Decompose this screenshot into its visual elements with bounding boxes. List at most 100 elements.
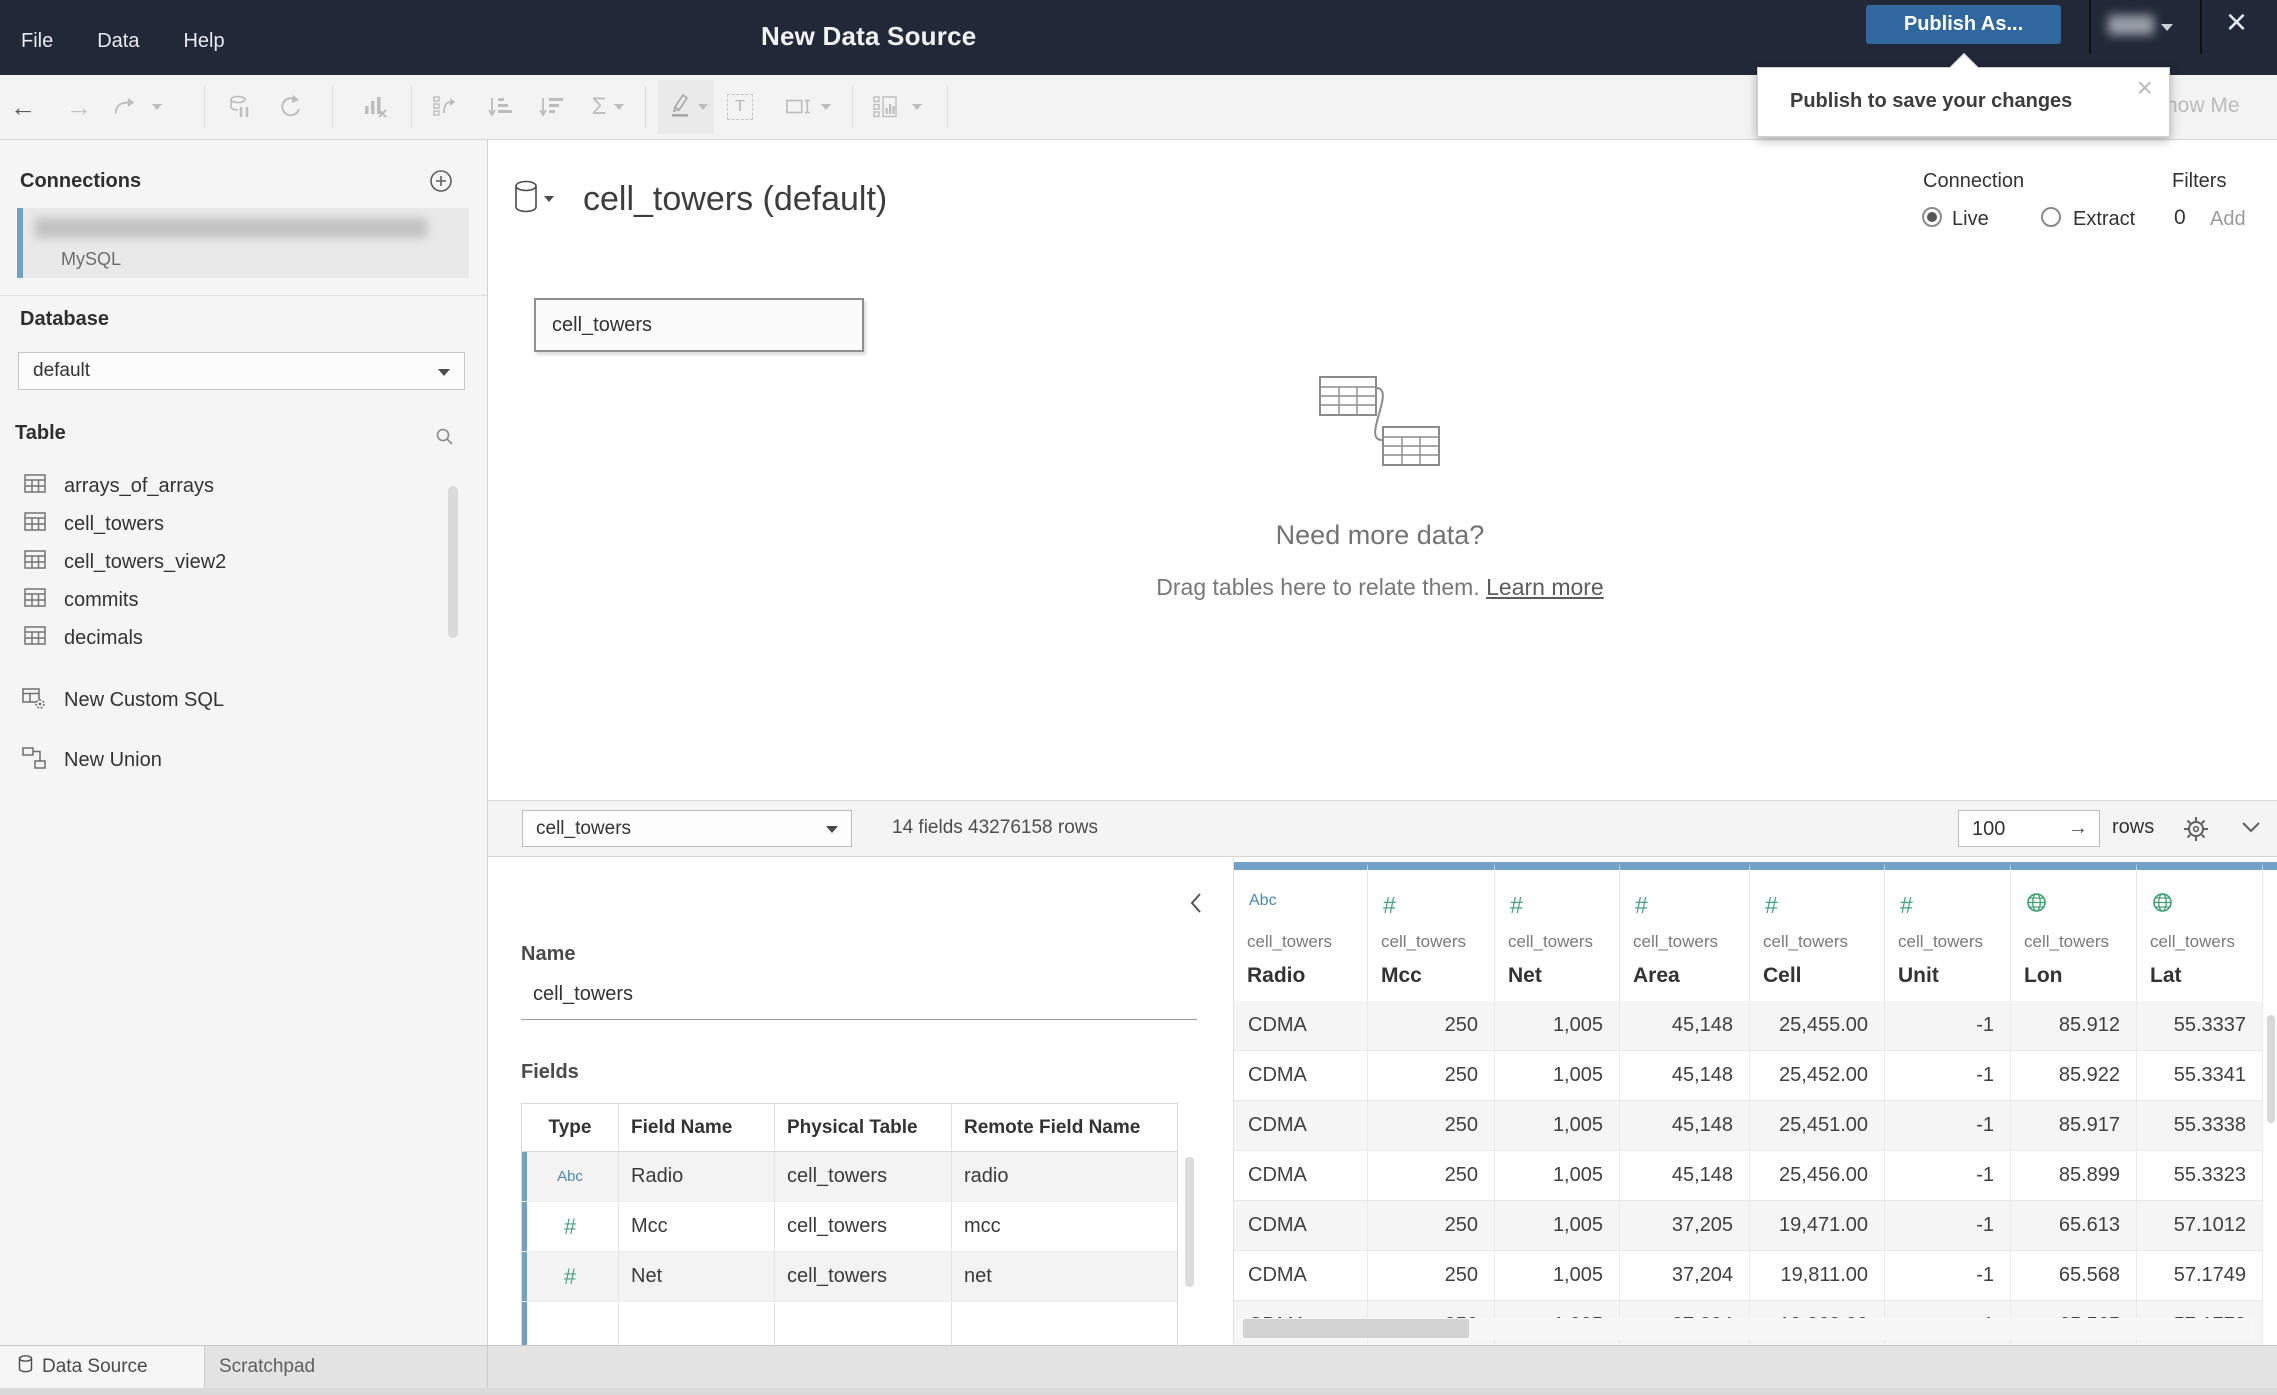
grid-settings-gear-icon[interactable]	[2182, 815, 2210, 848]
forward-icon[interactable]: →	[66, 94, 92, 120]
grid-column-header-unit[interactable]: # cell_towers Unit	[1885, 862, 2011, 1001]
grid-horizontal-scrollbar-thumb[interactable]	[1243, 1319, 1469, 1338]
fields-header-field-name: Field Name	[619, 1104, 775, 1151]
highlight-button[interactable]	[658, 80, 714, 134]
name-input[interactable]: cell_towers	[533, 983, 633, 1006]
grid-horizontal-scrollbar[interactable]	[1235, 1318, 2255, 1340]
grid-cell: -1	[1885, 1051, 2011, 1100]
grid-column-header-lat[interactable]: cell_towers Lat	[2137, 862, 2263, 1001]
grid-cell: 25,455.00	[1750, 1001, 1885, 1050]
redo-icon[interactable]	[112, 94, 138, 120]
apply-arrow-icon[interactable]: →	[2068, 817, 2088, 840]
fields-row-mcc[interactable]: # Mcc cell_towers mcc	[522, 1202, 1177, 1252]
grid-cell: CDMA	[1234, 1251, 1368, 1300]
add-connection-icon[interactable]	[429, 169, 453, 198]
radio-extract[interactable]	[2041, 207, 2061, 227]
show-me-panel-icon[interactable]	[872, 94, 898, 120]
chevron-down-icon	[826, 826, 838, 833]
back-icon[interactable]: ←	[10, 94, 36, 120]
show-me-panel-caret-icon[interactable]	[912, 104, 922, 110]
grid-column-table: cell_towers	[2150, 932, 2236, 951]
clear-sheet-icon[interactable]	[362, 94, 388, 120]
remote-field-name-cell: mcc	[964, 1215, 1001, 1237]
menubar: File Data Help	[21, 30, 225, 53]
menu-file[interactable]: File	[21, 30, 53, 53]
sidebar-table-arrays_of_arrays[interactable]: arrays_of_arrays	[0, 467, 470, 505]
grid-column-header-area[interactable]: # cell_towers Area	[1620, 862, 1750, 1001]
new-union-label: New Union	[64, 748, 162, 771]
sidebar-table-commits[interactable]: commits	[0, 581, 470, 619]
grid-cell: 25,452.00	[1750, 1051, 1885, 1100]
table-grid-icon	[23, 549, 47, 576]
swap-rows-columns-icon[interactable]	[431, 94, 457, 120]
toolbar-divider	[947, 86, 948, 128]
fields-header-physical-table: Physical Table	[775, 1104, 952, 1151]
totals-icon[interactable]: Σ	[586, 94, 612, 120]
grid-cell: CDMA	[1234, 1051, 1368, 1100]
grid-cell: 1,005	[1495, 1051, 1620, 1100]
grid-column-header-lon[interactable]: cell_towers Lon	[2011, 862, 2137, 1001]
grid-row: CDMA 250 1,005 37,204 19,811.00 -1 65.568 57.17…	[1234, 1251, 2263, 1301]
publish-tooltip: Publish to save your changes ×	[1757, 52, 2170, 137]
text-label-icon[interactable]: T	[727, 94, 753, 120]
grid-column-header-cell[interactable]: # cell_towers Cell	[1750, 862, 1885, 1001]
grid-column-header-net[interactable]: # cell_towers Net	[1495, 862, 1620, 1001]
fields-table-scrollbar[interactable]	[1185, 1157, 1194, 1287]
redo-caret-icon[interactable]	[152, 104, 162, 110]
fields-row-radio[interactable]: Abc Radio cell_towers radio	[522, 1152, 1177, 1202]
row-count-input[interactable]: 100 →	[1958, 810, 2100, 847]
new-custom-sql-button[interactable]: New Custom SQL	[0, 681, 470, 719]
grid-cell: 37,204	[1620, 1251, 1750, 1300]
field-metadata-panel: Name cell_towers Fields Type Field Name …	[488, 857, 1233, 1345]
sidebar-table-decimals[interactable]: decimals	[0, 619, 470, 657]
window-close-icon[interactable]: ×	[2226, 4, 2247, 40]
menu-help[interactable]: Help	[183, 30, 224, 53]
string-type-icon: Abc	[1249, 892, 1277, 909]
learn-more-link[interactable]: Learn more	[1486, 574, 1604, 600]
table-selector[interactable]: cell_towers	[522, 810, 852, 847]
collapse-panel-icon[interactable]	[1186, 891, 1206, 920]
radio-live[interactable]	[1922, 207, 1942, 227]
grid-column-header-radio[interactable]: Abc cell_towers Radio	[1234, 862, 1368, 1001]
grid-rows: CDMA 250 1,005 45,148 25,455.00 -1 85.912 55.33…	[1234, 1001, 2263, 1345]
user-caret-icon[interactable]	[2161, 24, 2173, 31]
tab-scratchpad[interactable]: Scratchpad	[205, 1346, 488, 1388]
grid-cell: CDMA	[1234, 1201, 1368, 1250]
datasource-caret-icon[interactable]	[544, 196, 554, 202]
database-select[interactable]: default	[18, 352, 465, 390]
user-menu[interactable]	[2108, 15, 2154, 35]
sort-descending-icon[interactable]	[538, 94, 564, 120]
grid-cell: -1	[1885, 1001, 2011, 1050]
grid-cell: 250	[1368, 1201, 1495, 1250]
grid-cell: 250	[1368, 1151, 1495, 1200]
grid-column-field: Lat	[2150, 964, 2182, 987]
new-union-button[interactable]: New Union	[0, 741, 470, 779]
pause-datasource-icon[interactable]	[227, 94, 253, 120]
sort-ascending-icon[interactable]	[487, 94, 513, 120]
refresh-icon[interactable]	[278, 94, 304, 120]
fit-width-icon[interactable]	[785, 94, 811, 120]
sidebar-table-cell_towers_view2[interactable]: cell_towers_view2	[0, 543, 470, 581]
menu-data[interactable]: Data	[97, 30, 139, 53]
grid-column-header-mcc[interactable]: # cell_towers Mcc	[1368, 862, 1495, 1001]
table-heading: Table	[15, 422, 66, 444]
filters-add-link[interactable]: Add	[2210, 208, 2246, 231]
table-node-cell-towers[interactable]: cell_towers	[534, 298, 864, 352]
grid-vertical-scrollbar-thumb[interactable]	[2267, 1015, 2275, 1123]
tooltip-close-icon[interactable]: ×	[2137, 72, 2153, 104]
sidebar-table-cell_towers[interactable]: cell_towers	[0, 505, 470, 543]
fit-caret-icon[interactable]	[821, 104, 831, 110]
number-type-icon: #	[522, 1252, 619, 1301]
custom-sql-icon	[21, 685, 47, 716]
table-search-icon[interactable]	[434, 426, 456, 453]
connection-item[interactable]: MySQL	[17, 208, 469, 278]
publish-as-button[interactable]: Publish As...	[1866, 5, 2061, 44]
tab-data-source[interactable]: Data Source	[0, 1346, 205, 1388]
grid-chevron-down-icon[interactable]	[2240, 819, 2262, 840]
table-list-scrollbar[interactable]	[448, 486, 458, 638]
grid-cell: 45,148	[1620, 1001, 1750, 1050]
fields-row-net[interactable]: # Net cell_towers net	[522, 1252, 1177, 1302]
name-input-underline	[521, 1019, 1197, 1020]
totals-caret-icon[interactable]	[614, 104, 624, 110]
field-name-cell: Radio	[619, 1152, 775, 1201]
